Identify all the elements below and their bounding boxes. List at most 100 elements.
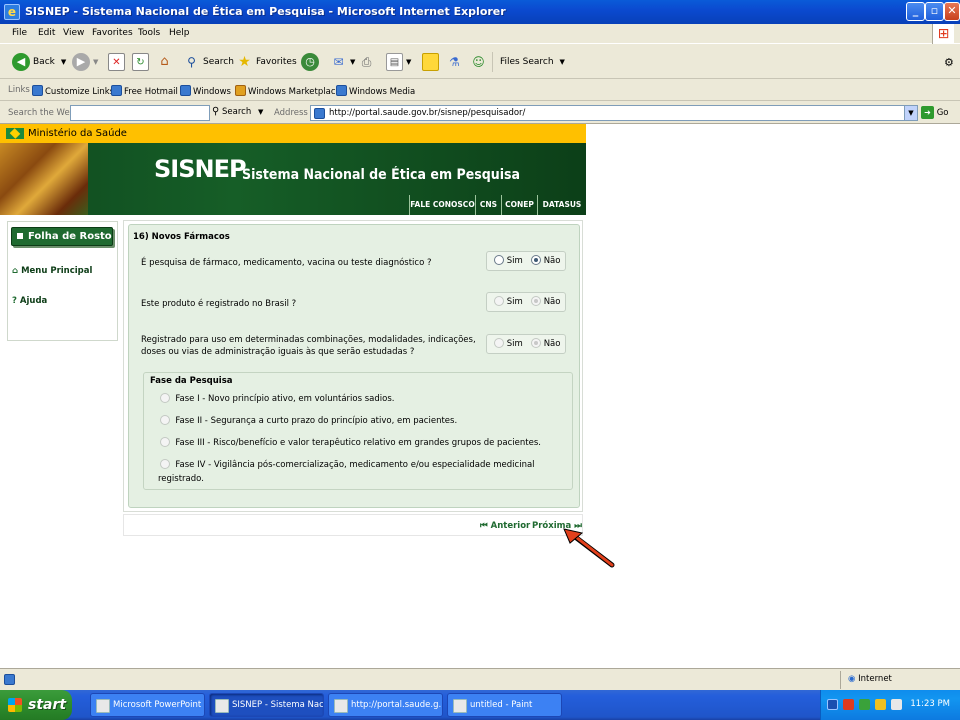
menu-favorites[interactable]: Favorites	[92, 28, 133, 38]
menu-edit[interactable]: Edit	[38, 28, 55, 38]
radio-label: Não	[543, 297, 561, 307]
mail-button[interactable]: ✉ ▼	[330, 52, 355, 72]
edit-button[interactable]: ▤ ▼	[386, 52, 411, 72]
menu-view[interactable]: View	[63, 28, 84, 38]
search-icon: ⚲	[212, 106, 220, 117]
tray-icon[interactable]	[875, 699, 886, 710]
research-button[interactable]: ⚗	[446, 52, 466, 72]
tray-icon[interactable]	[827, 699, 838, 710]
toolbar-options-button[interactable]: ⚙	[944, 52, 954, 72]
radio-no-selected[interactable]	[531, 338, 541, 348]
address-input[interactable]: http://portal.saude.gov.br/sisnep/pesqui…	[310, 105, 918, 121]
stop-button[interactable]: ✕	[108, 52, 128, 72]
banner-photo	[0, 143, 88, 215]
phase-option-1[interactable]: Fase I - Novo princípio ativo, em volunt…	[160, 393, 394, 406]
question-3-text-line2: doses ou vias de administração iguais às…	[141, 347, 415, 357]
address-label: Address	[274, 108, 308, 118]
task-paint[interactable]: untitled - Paint	[447, 693, 562, 717]
search-web-input[interactable]	[70, 105, 210, 121]
radio-label: Sim	[506, 297, 523, 307]
question-1-options: Sim Não	[486, 251, 566, 271]
link-label: Windows	[193, 87, 231, 97]
back-label: Back	[33, 57, 55, 67]
tray-icon[interactable]	[843, 699, 854, 710]
notes-button[interactable]	[422, 52, 442, 72]
start-button[interactable]: start	[0, 690, 72, 720]
refresh-button[interactable]: ↻	[132, 52, 152, 72]
sidebar-item-menu-principal[interactable]: ⌂ Menu Principal	[12, 266, 92, 276]
maximize-button[interactable]: ▫	[925, 2, 944, 21]
close-button[interactable]: ✕	[944, 2, 960, 21]
files-search-button[interactable]: Files Search ▼	[500, 52, 565, 72]
menu-help[interactable]: Help	[169, 28, 190, 38]
link-windows-marketplace[interactable]: Windows Marketplace	[235, 85, 341, 97]
nav-datasus[interactable]: DATASUS	[537, 195, 586, 215]
question-3-yes[interactable]: Sim	[494, 335, 523, 353]
question-2-no[interactable]: Não	[531, 293, 560, 311]
form-panel: 16) Novos Fármacos É pesquisa de fármaco…	[128, 224, 580, 508]
previous-button[interactable]: ⏮ Anterior	[480, 521, 530, 531]
favorites-button[interactable]: ★ Favorites	[236, 52, 296, 72]
radio-yes[interactable]	[494, 338, 504, 348]
question-2-yes[interactable]: Sim	[494, 293, 523, 311]
go-arrow-icon: ➜	[921, 106, 934, 119]
nav-fale-conosco[interactable]: FALE CONOSCO	[409, 195, 475, 215]
link-free-hotmail[interactable]: Free Hotmail	[111, 85, 178, 97]
chevron-down-icon: ▼	[257, 108, 264, 116]
task-portal[interactable]: http://portal.saude.g...	[328, 693, 443, 717]
radio-yes[interactable]	[494, 255, 504, 265]
search-button[interactable]: ⚲ Search	[183, 52, 234, 72]
question-3-no[interactable]: Não	[531, 335, 560, 353]
phase-option-2[interactable]: Fase II - Segurança a curto prazo do pri…	[160, 415, 457, 428]
ministry-label[interactable]: Ministério da Saúde	[28, 128, 127, 139]
menu-tools[interactable]: Tools	[138, 28, 160, 38]
messenger-button[interactable]: ☺	[470, 52, 490, 72]
page-icon	[32, 85, 43, 96]
site-banner: SISNEP Sistema Nacional de Ética em Pesq…	[0, 143, 586, 215]
radio-no-selected[interactable]	[531, 296, 541, 306]
phase-option-3[interactable]: Fase III - Risco/benefício e valor terap…	[160, 437, 541, 450]
window-title-bar[interactable]: e SISNEP - Sistema Nacional de Ética em …	[0, 0, 960, 24]
link-windows[interactable]: Windows	[180, 85, 231, 97]
minimize-button[interactable]: _	[906, 2, 925, 21]
nav-cns[interactable]: CNS	[475, 195, 501, 215]
page-icon	[180, 85, 191, 96]
menu-bar: File Edit View Favorites Tools Help	[0, 24, 960, 44]
print-icon: ⎙	[361, 55, 372, 69]
volume-icon[interactable]	[891, 699, 902, 710]
radio-button[interactable]	[160, 415, 170, 425]
print-button[interactable]: ⎙	[358, 52, 378, 72]
search-web-button[interactable]: ⚲ Search ▼	[212, 106, 263, 120]
link-customize[interactable]: Customize Links	[32, 85, 114, 97]
first-page-icon: ⏮	[480, 521, 488, 531]
mail-icon: ✉	[333, 55, 344, 69]
question-1-yes[interactable]: Sim	[494, 252, 523, 270]
menu-file[interactable]: File	[12, 28, 27, 38]
question-1-no[interactable]: Não	[531, 252, 560, 270]
tray-icon[interactable]	[859, 699, 870, 710]
task-powerpoint[interactable]: Microsoft PowerPoint ...	[90, 693, 205, 717]
radio-button[interactable]	[160, 437, 170, 447]
go-label: Go	[936, 108, 949, 118]
radio-button[interactable]	[160, 393, 170, 403]
phase-title: Fase da Pesquisa	[150, 376, 233, 386]
history-button[interactable]: ◷	[301, 52, 322, 72]
nav-conep[interactable]: CONEP	[501, 195, 537, 215]
link-windows-media[interactable]: Windows Media	[336, 85, 415, 97]
phase-option-4[interactable]: Fase IV - Vigilância pós-comercialização…	[160, 459, 535, 472]
sidebar-item-ajuda[interactable]: ? Ajuda	[12, 296, 47, 306]
radio-button[interactable]	[160, 459, 170, 469]
chevron-down-icon[interactable]: ▼	[904, 106, 917, 120]
web-page: Ministério da Saúde SISNEP Sistema Nacio…	[0, 124, 960, 668]
task-sisnep[interactable]: SISNEP - Sistema Nac...	[209, 693, 324, 717]
links-bar: Links Customize Links Free Hotmail Windo…	[0, 80, 960, 101]
forward-button[interactable]: ▶ ▼	[72, 52, 98, 72]
address-url: http://portal.saude.gov.br/sisnep/pesqui…	[329, 108, 526, 118]
radio-no-selected[interactable]	[531, 255, 541, 265]
home-button[interactable]: ⌂	[156, 52, 176, 72]
link-label: Free Hotmail	[124, 87, 178, 97]
link-label: Windows Media	[349, 87, 416, 97]
back-button[interactable]: ◀ Back ▼	[12, 52, 66, 72]
radio-yes[interactable]	[494, 296, 504, 306]
go-button[interactable]: ➜ Go	[921, 106, 949, 120]
